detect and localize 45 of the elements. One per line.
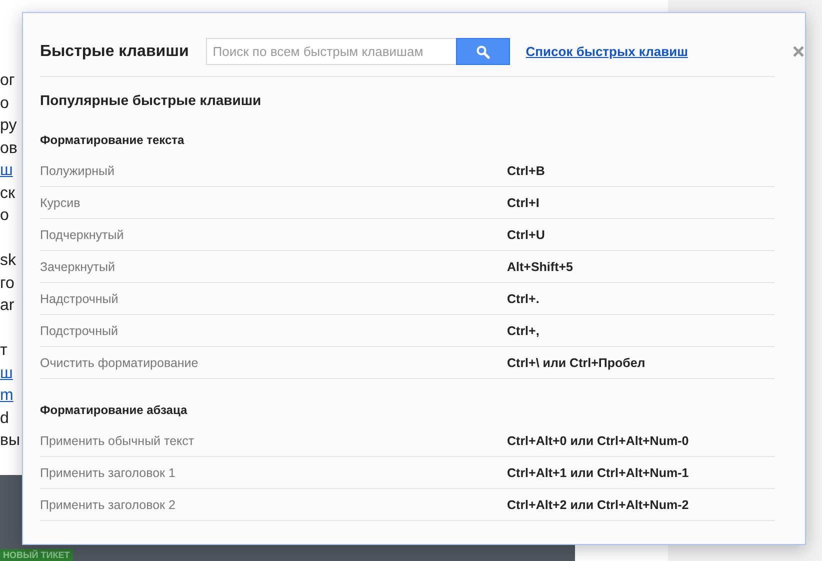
shortcuts-list-link[interactable]: Список быстрых клавиш xyxy=(526,44,688,59)
shortcut-action: Курсив xyxy=(40,196,82,210)
document-link-text[interactable]: m xyxy=(0,385,14,408)
shortcut-action: Подстрочный xyxy=(40,324,119,338)
document-text: ог xyxy=(0,71,15,91)
shortcut-keys: Ctrl+B xyxy=(507,164,545,178)
section-heading: Популярные быстрые клавиши xyxy=(40,92,262,108)
shortcut-keys: Ctrl+U xyxy=(507,228,545,242)
shortcut-keys: Ctrl+Alt+0 или Ctrl+Alt+Num-0 xyxy=(507,434,689,448)
shortcut-keys: Ctrl+, xyxy=(507,324,540,338)
shortcut-action: Зачеркнутый xyxy=(40,260,116,274)
shortcut-action: Подчеркнутый xyxy=(40,228,125,242)
document-text: ру xyxy=(0,116,17,136)
document-text: вы xyxy=(0,431,20,451)
category-title: Форматирование текста xyxy=(40,132,186,149)
document-text: т xyxy=(0,341,8,361)
close-button[interactable] xyxy=(791,44,805,58)
document-text: ск xyxy=(0,184,15,204)
document-text: sk xyxy=(0,251,16,271)
document-link-text[interactable]: ш xyxy=(0,160,13,182)
shortcut-action: Полужирный xyxy=(40,164,116,178)
close-icon xyxy=(792,46,804,57)
shortcut-action: Применить заголовок 2 xyxy=(40,498,176,512)
search-icon xyxy=(476,44,490,58)
shortcut-keys: Ctrl+I xyxy=(507,196,540,210)
category-title: Форматирование абзаца xyxy=(40,402,188,419)
shortcut-action: Применить обычный текст xyxy=(40,434,196,448)
shortcut-keys: Ctrl+\ или Ctrl+Пробел xyxy=(507,356,646,370)
document-text: го xyxy=(0,274,14,294)
document-text: d xyxy=(0,408,9,428)
dialog-title: Быстрые клавиши xyxy=(40,42,189,60)
shortcut-keys: Ctrl+. xyxy=(507,292,540,306)
shortcut-keys: Alt+Shift+5 xyxy=(507,260,573,274)
search-button[interactable] xyxy=(456,38,510,65)
shortcut-action: Надстрочный xyxy=(40,292,120,306)
document-text: о xyxy=(0,94,9,114)
shortcut-keys: Ctrl+Alt+1 или Ctrl+Alt+Num-1 xyxy=(507,466,689,480)
shortcut-action: Применить заголовок 1 xyxy=(40,466,176,480)
search-field[interactable]: Поиск по всем быстрым клавишам xyxy=(206,38,456,65)
shortcut-keys: Ctrl+Alt+2 или Ctrl+Alt+Num-2 xyxy=(507,498,689,512)
document-link-text[interactable]: ш xyxy=(0,362,13,385)
document-text: ов xyxy=(0,138,18,158)
document-text: о xyxy=(0,206,9,226)
shortcut-action: Очистить форматирование xyxy=(40,356,200,370)
document-text: ar xyxy=(0,296,14,316)
